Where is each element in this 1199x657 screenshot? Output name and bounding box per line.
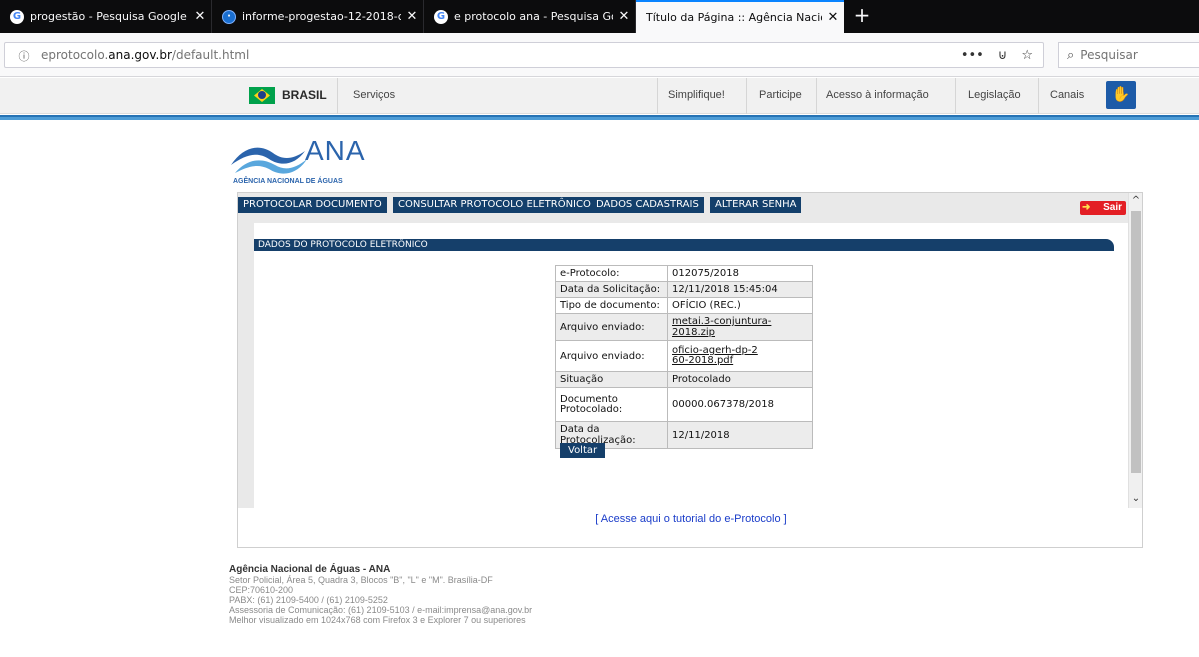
row-value: OFÍCIO (REC.) xyxy=(667,297,813,314)
row-label: Arquivo enviado: xyxy=(555,340,668,372)
water-wave-logo-icon xyxy=(231,147,307,174)
tab-title: informe-progestao-12-2018-ci xyxy=(242,10,401,23)
logo-wordmark: ANA xyxy=(305,135,366,166)
header-stripe xyxy=(0,115,1199,120)
acesso-informacao-link[interactable]: Acesso à informação xyxy=(826,89,929,101)
menu-consultar-protocolo[interactable]: CONSULTAR PROTOCOLO ELETRÔNICO xyxy=(393,197,596,213)
footer-phone: PABX: (61) 2109-5400 / (61) 2109-5252 xyxy=(229,595,388,605)
tab-title: progestão - Pesquisa Google xyxy=(30,10,187,23)
row-label: Arquivo enviado: xyxy=(555,313,668,341)
row-value: metai.3-conjuntura-2018.zip xyxy=(667,313,813,341)
url-text[interactable]: eprotocolo.ana.gov.br/default.html xyxy=(41,48,961,62)
protocol-details-table: e-Protocolo: 012075/2018 Data da Solicit… xyxy=(555,265,813,449)
info-icon[interactable]: ⓘ xyxy=(15,48,33,63)
logout-button[interactable]: ➜ Sair xyxy=(1080,201,1126,215)
ana-logo[interactable]: ANA AGÊNCIA NACIONAL DE ÁGUAS xyxy=(229,135,389,187)
row-value: Protocolado xyxy=(667,371,813,388)
back-button[interactable]: Voltar xyxy=(560,443,606,458)
footer-press-contact: Assessoria de Comunicação: (61) 2109-510… xyxy=(229,605,533,615)
arrow-right-icon: ➜ xyxy=(1082,202,1091,213)
footer-org-name: Agência Nacional de Águas - ANA xyxy=(229,564,391,575)
eprotocolo-frame: PROTOCOLAR DOCUMENTO CONSULTAR PROTOCOLO… xyxy=(237,192,1143,548)
close-icon[interactable]: ✕ xyxy=(613,9,635,24)
new-tab-button[interactable]: + xyxy=(850,4,874,28)
row-value: oficio-agerh-dp-260-2018.pdf xyxy=(667,340,813,372)
footer-cep: CEP:70610-200 xyxy=(229,585,294,595)
frame-scrollbar[interactable]: ^ ⌄ xyxy=(1128,193,1142,508)
footer-browser-note: Melhor visualizado em 1024x768 com Firef… xyxy=(229,615,526,625)
browser-tab-3[interactable]: G e protocolo ana - Pesquisa Goo ✕ xyxy=(424,0,636,33)
google-icon: G xyxy=(434,9,448,24)
table-row: Tipo de documento: OFÍCIO (REC.) xyxy=(555,297,813,314)
table-row: Arquivo enviado: oficio-agerh-dp-260-201… xyxy=(555,340,813,372)
accessibility-hand-icon[interactable]: ✋ xyxy=(1106,81,1136,109)
web-icon: · xyxy=(222,9,236,24)
row-label: Data da Solicitação: xyxy=(555,281,668,298)
browser-tab-4-active[interactable]: Título da Página :: Agência Naciona ✕ xyxy=(636,0,844,33)
simplifique-link[interactable]: Simplifique! xyxy=(668,89,725,101)
government-bar: BRASIL Serviços Simplifique! Participe A… xyxy=(0,78,1199,114)
close-icon[interactable]: ✕ xyxy=(189,9,211,24)
row-value: 12/11/2018 15:45:04 xyxy=(667,281,813,298)
table-row: e-Protocolo: 012075/2018 xyxy=(555,265,813,282)
servicos-link[interactable]: Serviços xyxy=(353,89,395,101)
legislacao-link[interactable]: Legislação xyxy=(968,89,1021,101)
pocket-icon[interactable]: ⊍ xyxy=(998,48,1008,63)
row-label: Documento Protocolado: xyxy=(555,387,668,422)
table-row: Documento Protocolado: 00000.067378/2018 xyxy=(555,387,813,422)
brazil-flag-icon[interactable] xyxy=(249,87,275,104)
row-value: 012075/2018 xyxy=(667,265,813,282)
file-link-zip[interactable]: metai.3-conjuntura-2018.zip xyxy=(672,316,771,338)
table-row: Data da Solicitação: 12/11/2018 15:45:04 xyxy=(555,281,813,298)
main-menu: PROTOCOLAR DOCUMENTO CONSULTAR PROTOCOLO… xyxy=(238,193,1128,223)
row-label: Situação xyxy=(555,371,668,388)
table-row: Arquivo enviado: metai.3-conjuntura-2018… xyxy=(555,313,813,341)
chevron-down-icon[interactable]: ⌄ xyxy=(1129,493,1143,505)
page-footer: Agência Nacional de Águas - ANA Setor Po… xyxy=(229,564,729,626)
url-bar[interactable]: ⓘ eprotocolo.ana.gov.br/default.html •••… xyxy=(4,42,1044,68)
section-header: DADOS DO PROTOCOLO ELETRÔNICO xyxy=(254,239,1114,251)
table-row: Situação Protocolado xyxy=(555,371,813,388)
participe-link[interactable]: Participe xyxy=(759,89,802,101)
logo-subtitle: AGÊNCIA NACIONAL DE ÁGUAS xyxy=(233,178,343,185)
browser-navigation-bar: ⓘ eprotocolo.ana.gov.br/default.html •••… xyxy=(0,33,1199,77)
close-icon[interactable]: ✕ xyxy=(822,10,844,25)
row-value: 00000.067378/2018 xyxy=(667,387,813,422)
browser-tab-2[interactable]: · informe-progestao-12-2018-ci ✕ xyxy=(212,0,424,33)
menu-dados-cadastrais[interactable]: DADOS CADASTRAIS xyxy=(591,197,704,213)
canais-link[interactable]: Canais xyxy=(1050,89,1084,101)
menu-protocolar-documento[interactable]: PROTOCOLAR DOCUMENTO xyxy=(238,197,387,213)
tab-title: Título da Página :: Agência Naciona xyxy=(646,11,822,24)
brasil-link[interactable]: BRASIL xyxy=(282,88,327,102)
tutorial-link[interactable]: [ Acesse aqui o tutorial do e-Protocolo … xyxy=(238,513,1144,525)
close-icon[interactable]: ✕ xyxy=(401,9,423,24)
search-icon: ⌕ xyxy=(1067,47,1075,63)
footer-address: Setor Policial, Área 5, Quadra 3, Blocos… xyxy=(229,575,493,585)
bookmark-star-icon[interactable]: ☆ xyxy=(1021,48,1033,63)
browser-search-input[interactable]: ⌕ Pesquisar xyxy=(1058,42,1199,68)
row-label: Tipo de documento: xyxy=(555,297,668,314)
page-actions-icon[interactable]: ••• xyxy=(961,48,984,63)
menu-alterar-senha[interactable]: ALTERAR SENHA xyxy=(710,197,802,213)
file-link-pdf[interactable]: oficio-agerh-dp-260-2018.pdf xyxy=(672,346,762,366)
row-value: 12/11/2018 xyxy=(667,421,813,449)
browser-tab-strip: G progestão - Pesquisa Google ✕ · inform… xyxy=(0,0,1199,33)
row-label: e-Protocolo: xyxy=(555,265,668,282)
tab-title: e protocolo ana - Pesquisa Goo xyxy=(454,10,613,23)
browser-tab-1[interactable]: G progestão - Pesquisa Google ✕ xyxy=(0,0,212,33)
chevron-up-icon[interactable]: ^ xyxy=(1129,195,1143,207)
scrollbar-thumb[interactable] xyxy=(1131,211,1141,473)
google-icon: G xyxy=(10,9,24,24)
